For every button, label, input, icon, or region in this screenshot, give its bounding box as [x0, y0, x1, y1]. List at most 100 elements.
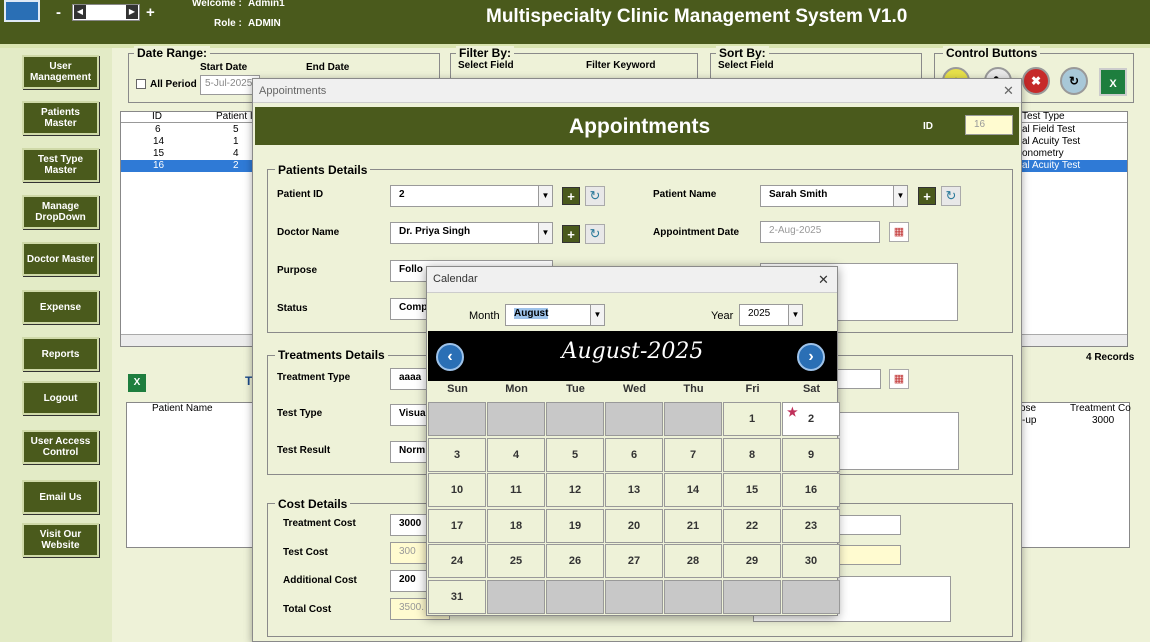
delete-record-icon[interactable]: ✖	[1022, 67, 1050, 95]
calendar-day[interactable]: 19	[546, 508, 604, 543]
calendar-close-icon[interactable]: ✕	[818, 272, 829, 288]
grid-cell[interactable]: 14	[153, 136, 164, 148]
calendar-day[interactable]: 7	[664, 437, 722, 472]
calendar-day[interactable]: 14	[664, 473, 722, 507]
sidebar-item-test-type-master[interactable]: Test Type Master	[22, 148, 99, 182]
grid-cell[interactable]: al Field Test	[1022, 124, 1075, 136]
calendar-day[interactable]: 30	[782, 544, 840, 578]
dialog-close-icon[interactable]: ✕	[1003, 83, 1014, 99]
calendar-day[interactable]: 27	[605, 544, 663, 578]
grid-cell[interactable]: 2	[233, 160, 239, 172]
calendar-day[interactable]: 26	[546, 544, 604, 578]
test-notes-field[interactable]	[831, 412, 959, 470]
all-period-checkbox[interactable]	[136, 79, 146, 89]
calendar-day[interactable]: 28	[664, 544, 722, 578]
filter-by-label: Filter By:	[456, 46, 515, 60]
chevron-down-icon[interactable]: ▼	[590, 305, 604, 325]
calendar-day[interactable]: 21	[664, 508, 722, 543]
grid-cell[interactable]: 5	[233, 124, 239, 136]
app-logo-icon[interactable]	[4, 0, 40, 22]
patient-name-dropdown[interactable]: Sarah Smith ▼	[760, 185, 908, 207]
calendar-day[interactable]: 2 ★	[782, 402, 840, 436]
weekday-label: Sat	[802, 383, 821, 395]
calendar-day[interactable]: 25	[487, 544, 545, 578]
lower-cell-purpose[interactable]: -up	[1022, 415, 1036, 426]
calendar-day[interactable]: 1	[723, 402, 781, 436]
sidebar-item-manage-dropdown[interactable]: Manage DropDown	[22, 195, 99, 229]
calendar-month-band: ‹ August-2025 ›	[428, 331, 837, 381]
calendar-day[interactable]: 9	[782, 437, 840, 472]
refresh-icon[interactable]: ↻	[1060, 67, 1088, 95]
chevron-down-icon[interactable]: ▼	[538, 186, 552, 206]
refresh-patient-name-icon[interactable]: ↻	[941, 186, 961, 206]
next-month-icon[interactable]: ›	[797, 343, 825, 371]
calendar-day[interactable]: 4	[487, 437, 545, 472]
calendar-day[interactable]: 23	[782, 508, 840, 543]
slider-right-icon[interactable]: ▶	[126, 5, 138, 19]
calendar-day[interactable]: 5	[546, 437, 604, 472]
zoom-out-button[interactable]: -	[56, 4, 61, 21]
lower-cell-treatment-cost[interactable]: 3000	[1092, 415, 1114, 426]
treatment-calendar-icon[interactable]: ▦	[889, 369, 909, 389]
refresh-patient-icon[interactable]: ↻	[585, 186, 605, 206]
calendar-day[interactable]: 18	[487, 508, 545, 543]
sidebar-item-email-us[interactable]: Email Us	[22, 480, 99, 514]
grid-cell[interactable]: 16	[153, 160, 164, 172]
excel-icon[interactable]: X	[128, 374, 146, 392]
chevron-down-icon[interactable]: ▼	[893, 186, 907, 206]
calendar-day[interactable]: 22	[723, 508, 781, 543]
grid-cell[interactable]: 15	[153, 148, 164, 160]
appointment-date-field[interactable]: 2-Aug-2025	[760, 221, 880, 243]
sidebar-item-doctor-master[interactable]: Doctor Master	[22, 242, 99, 276]
calendar-day[interactable]: 13	[605, 473, 663, 507]
sidebar-item-user-management[interactable]: User Management	[22, 55, 99, 89]
calendar-day[interactable]: 11	[487, 473, 545, 507]
calendar-day[interactable]: 17	[428, 508, 486, 543]
chevron-down-icon[interactable]: ▼	[788, 305, 802, 325]
calendar-day[interactable]: 20	[605, 508, 663, 543]
calendar-day[interactable]: 12	[546, 473, 604, 507]
calendar-day[interactable]: 15	[723, 473, 781, 507]
sidebar-item-expense[interactable]: Expense	[22, 290, 99, 324]
id-label: ID	[923, 121, 933, 132]
grid-cell[interactable]: 4	[233, 148, 239, 160]
sidebar-item-reports[interactable]: Reports	[22, 337, 99, 371]
add-patient-button[interactable]: +	[562, 187, 580, 205]
id-field[interactable]: 16	[965, 115, 1013, 135]
start-date-field[interactable]: 5-Jul-2025	[200, 75, 260, 95]
doctor-name-label: Doctor Name	[277, 227, 340, 238]
add-patient-name-button[interactable]: +	[918, 187, 936, 205]
sidebar-item-patients-master[interactable]: Patients Master	[22, 101, 99, 135]
calendar-day[interactable]: 8	[723, 437, 781, 472]
patient-id-dropdown[interactable]: 2 ▼	[390, 185, 553, 207]
calendar-day[interactable]: 16	[782, 473, 840, 507]
zoom-in-button[interactable]: +	[146, 4, 155, 21]
grid-cell[interactable]: 1	[233, 136, 239, 148]
sort-by-label: Sort By:	[716, 46, 769, 60]
grid-cell[interactable]: onometry	[1022, 148, 1064, 160]
month-dropdown[interactable]: August ▼	[505, 304, 605, 326]
calendar-day[interactable]: 24	[428, 544, 486, 578]
excel-export-icon[interactable]: X	[1099, 68, 1127, 96]
doctor-name-dropdown[interactable]: Dr. Priya Singh ▼	[390, 222, 553, 244]
balance-field[interactable]	[831, 545, 901, 565]
grid-cell[interactable]: al Acuity Test	[1022, 136, 1080, 148]
calendar-day[interactable]: 31	[428, 579, 486, 614]
calendar-day[interactable]: 10	[428, 473, 486, 507]
calendar-day[interactable]: 6	[605, 437, 663, 472]
grid-cell[interactable]: 6	[155, 124, 161, 136]
refresh-doctor-icon[interactable]: ↻	[585, 224, 605, 244]
sidebar-item-logout[interactable]: Logout	[22, 381, 99, 415]
sidebar-item-user-access-control[interactable]: User Access Control	[22, 430, 99, 464]
paid-amount-field[interactable]	[831, 515, 901, 535]
calendar-icon[interactable]: ▦	[889, 222, 909, 242]
calendar-day[interactable]: 29	[723, 544, 781, 578]
add-doctor-button[interactable]: +	[562, 225, 580, 243]
sidebar-item-visit-website[interactable]: Visit Our Website	[22, 523, 99, 557]
grid-cell[interactable]: al Acuity Test	[1022, 160, 1080, 172]
chevron-down-icon[interactable]: ▼	[538, 223, 552, 243]
end-date-label: End Date	[306, 62, 350, 73]
year-dropdown[interactable]: 2025 ▼	[739, 304, 803, 326]
slider-left-icon[interactable]: ◀	[74, 5, 86, 19]
calendar-day[interactable]: 3	[428, 437, 486, 472]
